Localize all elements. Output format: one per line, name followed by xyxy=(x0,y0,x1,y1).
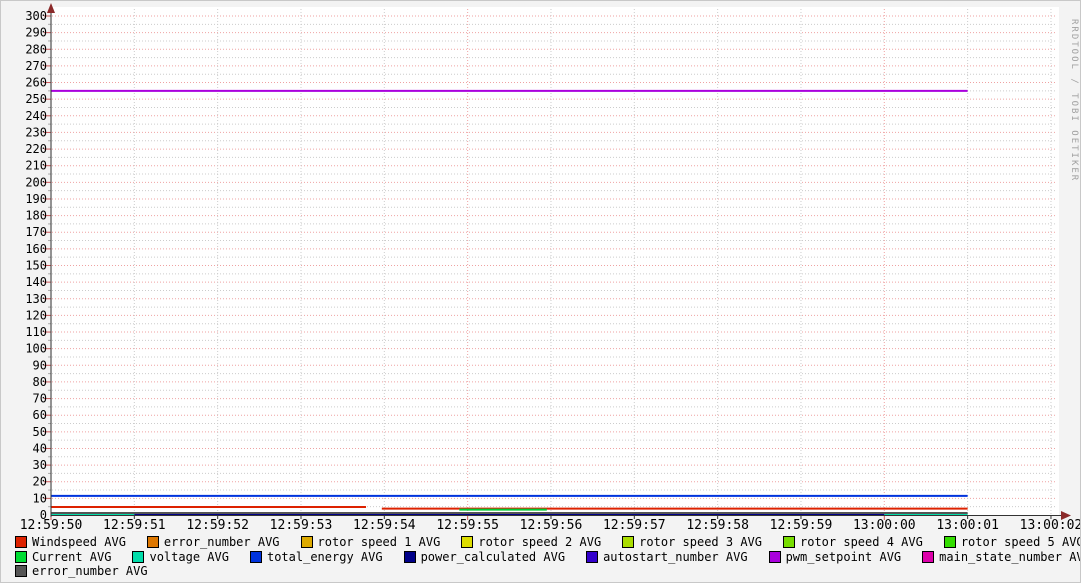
y-axis-label: 300 xyxy=(25,9,47,23)
y-axis-label: 150 xyxy=(25,259,47,273)
y-axis-label: 10 xyxy=(33,491,47,505)
x-axis-label: 12:59:51 xyxy=(103,518,166,533)
legend-label: rotor speed 1 AVG xyxy=(317,535,441,549)
legend-label: pwm_setpoint AVG xyxy=(785,549,902,564)
legend-row-2: Current AVG voltage AVG total_energy AVG po… xyxy=(15,549,1080,564)
legend-item: Current AVG xyxy=(15,550,111,564)
y-axis-label: 80 xyxy=(33,375,47,389)
y-axis-label: 40 xyxy=(33,441,47,455)
legend-swatch-icon xyxy=(15,550,27,563)
legend-item: total_energy AVG xyxy=(249,549,383,564)
x-axis-label: 12:59:52 xyxy=(186,518,249,533)
x-axis-label: 12:59:54 xyxy=(353,518,416,533)
legend-row-1: Windspeed AVG error_number AVG rotor speed… xyxy=(15,535,1080,549)
x-axis-label: 12:59:53 xyxy=(270,518,333,533)
legend-item: power_calculated AVG xyxy=(403,549,566,564)
legend-label: main_state_number AVG xyxy=(939,549,1081,564)
x-axis-label: 12:59:59 xyxy=(770,518,833,533)
plot-area xyxy=(52,7,1059,516)
y-axis-label: 110 xyxy=(25,325,47,339)
legend-label: power_calculated AVG xyxy=(420,549,566,564)
x-axis-label: 13:00:02 xyxy=(1020,518,1081,533)
legend-swatch-icon xyxy=(132,550,145,563)
legend-item: autostart_number AVG xyxy=(586,550,748,564)
x-axis-label: 12:59:57 xyxy=(603,518,666,533)
y-axis-label: 90 xyxy=(33,358,47,372)
y-axis-label: 50 xyxy=(33,425,47,439)
legend-swatch-icon xyxy=(300,536,313,548)
legend-label: rotor speed 5 AVG xyxy=(960,535,1081,549)
x-axis-label: 13:00:01 xyxy=(936,518,999,533)
y-axis-label: 70 xyxy=(33,392,47,406)
legend-swatch-icon xyxy=(586,550,599,563)
y-axis-label: 140 xyxy=(25,275,47,289)
y-axis-label: 30 xyxy=(33,458,47,472)
y-axis-label: 260 xyxy=(25,76,47,90)
legend-label: error_number AVG xyxy=(163,535,280,549)
legend-item: rotor speed 3 AVG xyxy=(622,535,762,549)
legend-item: rotor speed 1 AVG xyxy=(300,535,441,549)
legend-item: rotor speed 2 AVG xyxy=(461,535,601,549)
y-axis-label: 240 xyxy=(25,109,47,123)
legend-label: autostart_number AVG xyxy=(603,549,748,564)
rrd-graph-svg: 0102030405060708090100110120130140150160… xyxy=(20,3,1081,533)
y-axis-label: 170 xyxy=(25,225,47,239)
legend-swatch-icon xyxy=(249,550,262,563)
y-axis-label: 200 xyxy=(25,175,47,189)
legend-label: rotor speed 3 AVG xyxy=(639,535,762,549)
x-axis-label: 12:59:55 xyxy=(436,518,499,533)
legend-label: total_energy AVG xyxy=(266,549,383,564)
y-axis-label: 180 xyxy=(25,209,47,223)
y-axis-label: 160 xyxy=(25,242,47,256)
x-axis-label: 12:59:50 xyxy=(20,518,83,533)
legend-row-3: error_number AVG xyxy=(15,564,1075,578)
legend-swatch-icon xyxy=(15,565,27,577)
legend-item: main_state_number AVG xyxy=(922,549,1081,564)
y-axis-label: 120 xyxy=(25,308,47,322)
rrdtool-watermark: RRDTOOL / TOBI OETIKER xyxy=(1069,19,1079,183)
y-axis-label: 100 xyxy=(25,342,47,356)
legend-swatch-icon xyxy=(943,536,956,548)
legend-item: error_number AVG xyxy=(15,564,148,578)
y-axis-label: 280 xyxy=(25,42,47,56)
legend-item: rotor speed 5 AVG xyxy=(943,535,1081,549)
legend-swatch-icon xyxy=(768,550,781,563)
y-axis-label: 130 xyxy=(25,292,47,306)
legend-label: Current AVG xyxy=(32,549,112,564)
y-axis-label: 230 xyxy=(25,125,47,139)
legend-swatch-icon xyxy=(146,536,159,548)
legend-item: voltage AVG xyxy=(132,549,229,564)
y-axis-label: 270 xyxy=(25,59,47,73)
x-axis-label: 12:59:58 xyxy=(686,518,749,533)
legend-item: pwm_setpoint AVG xyxy=(768,549,902,564)
legend-item: error_number AVG xyxy=(146,535,280,549)
legend-swatch-icon xyxy=(15,536,27,548)
legend: Windspeed AVG error_number AVG rotor speed… xyxy=(15,535,1080,579)
legend-label: error_number AVG xyxy=(32,564,148,578)
rrdtool-graph: 0 10 20 30 40 50 60 70 80 90 100 110 120 130 140 150 160… xyxy=(0,0,1081,583)
y-axis-label: 190 xyxy=(25,192,47,206)
legend-label: voltage AVG xyxy=(149,549,229,564)
y-axis-label: 250 xyxy=(25,92,47,106)
legend-swatch-icon xyxy=(403,550,416,563)
y-axis-label: 20 xyxy=(33,475,47,489)
legend-swatch-icon xyxy=(783,536,795,548)
legend-item: Windspeed AVG xyxy=(15,535,126,549)
legend-label: rotor speed 4 AVG xyxy=(800,535,923,549)
legend-item: rotor speed 4 AVG xyxy=(783,535,923,549)
legend-swatch-icon xyxy=(461,536,474,548)
y-axis-label: 60 xyxy=(33,408,47,422)
legend-label: Windspeed AVG xyxy=(32,535,126,549)
y-axis-label: 290 xyxy=(25,26,47,40)
legend-label: rotor speed 2 AVG xyxy=(478,535,602,549)
legend-swatch-icon xyxy=(622,536,635,548)
y-axis-label: 210 xyxy=(25,159,47,173)
x-axis-label: 12:59:56 xyxy=(520,518,583,533)
legend-swatch-icon xyxy=(922,550,935,563)
x-axis-label: 13:00:00 xyxy=(853,518,916,533)
y-axis-label: 220 xyxy=(25,142,47,156)
